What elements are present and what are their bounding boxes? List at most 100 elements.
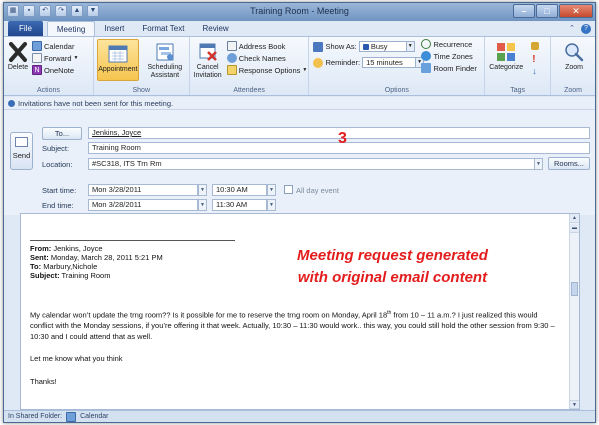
forward-button[interactable]: Forward ▼ (32, 53, 78, 63)
high-importance-icon[interactable]: ! (532, 54, 535, 65)
globe-icon (421, 51, 432, 61)
calendar-button[interactable]: Calendar (32, 41, 74, 51)
scheduling-assistant-button[interactable]: Scheduling Assistant (143, 41, 187, 80)
categorize-label: Categorize (489, 64, 524, 71)
envelope-icon (15, 137, 28, 147)
send-button[interactable]: Send (10, 132, 33, 170)
scroll-down-icon[interactable]: ▼ (570, 400, 579, 409)
start-time-field[interactable]: 10:30 AM (212, 184, 267, 196)
email-paragraph-3: Thanks! (30, 376, 57, 386)
start-date-field[interactable]: Mon 3/28/2011 (88, 184, 198, 196)
location-dropdown-icon[interactable]: ▼ (534, 158, 543, 170)
window-title: Training Room - Meeting (250, 6, 349, 16)
window-controls: – □ ✕ (513, 4, 593, 18)
delete-label: Delete (7, 64, 29, 71)
vertical-scrollbar[interactable]: ▲ ▬ ▼ (569, 214, 579, 409)
end-time-label: End time: (42, 201, 74, 210)
show-as-dropdown[interactable]: Busy ▼ (358, 41, 415, 52)
calendar-folder-icon (66, 411, 77, 422)
address-book-button[interactable]: Address Book (226, 41, 286, 51)
check-names-label: Check Names (238, 53, 286, 63)
appointment-button[interactable]: Appointment (96, 39, 139, 81)
show-as-control: Show As: Busy ▼ (313, 41, 415, 52)
reminder-value: 15 minutes (366, 58, 403, 67)
appointment-label: Appointment (98, 66, 138, 73)
message-body[interactable]: From: Jenkins, Joyce Sent: Monday, March… (20, 213, 580, 410)
low-importance-icon[interactable]: ↓ (532, 66, 537, 76)
forward-icon (32, 53, 42, 63)
info-icon (8, 99, 15, 107)
private-lock-icon[interactable] (531, 42, 540, 50)
maximize-button[interactable]: □ (536, 4, 558, 18)
response-options-icon (226, 65, 237, 75)
start-time-dropdown-icon[interactable]: ▼ (267, 184, 276, 196)
to-label: To: (30, 262, 42, 271)
from-value: Jenkins, Joyce (51, 244, 103, 253)
tab-format-text[interactable]: Format Text (133, 21, 193, 36)
show-as-icon (313, 41, 324, 52)
meeting-header: Send To... Jenkins, Joyce Subject: Train… (4, 110, 595, 215)
scroll-split-icon[interactable]: ▬ (570, 224, 579, 233)
location-label: Location: (42, 160, 73, 169)
end-date-dropdown-icon[interactable]: ▼ (198, 199, 207, 211)
paragraph-1-part-a: My calendar won’t update the trng room??… (30, 310, 388, 320)
end-time-field[interactable]: 11:30 AM (212, 199, 267, 211)
scroll-up-icon[interactable]: ▲ (570, 214, 579, 223)
delete-button[interactable]: Delete (7, 41, 29, 72)
subject-label: Subject: (42, 144, 70, 153)
end-time-dropdown-icon[interactable]: ▼ (267, 199, 276, 211)
email-paragraph-2: Let me know what you think (30, 354, 123, 363)
forward-label: Forward (44, 53, 72, 63)
scheduling-label-2: Assistant (150, 72, 180, 79)
categorize-button[interactable]: Categorize (489, 41, 523, 72)
room-finder-button[interactable]: Room Finder (421, 63, 477, 73)
tab-file[interactable]: File (8, 21, 43, 36)
onenote-button[interactable]: N OneNote (32, 65, 74, 75)
magnifier-icon (565, 43, 584, 62)
scheduling-assistant-icon (156, 43, 174, 61)
ribbon-collapse-icon[interactable]: ⌃ (567, 24, 577, 34)
tab-meeting[interactable]: Meeting (46, 21, 96, 36)
sent-value: Monday, March 28, 2011 5:21 PM (48, 253, 163, 262)
close-button[interactable]: ✕ (559, 4, 593, 18)
help-icon[interactable]: ? (581, 24, 591, 34)
cancel-invitation-button[interactable]: Cancel Invitation (192, 41, 224, 80)
zoom-label: Zoom (565, 64, 584, 71)
zoom-button[interactable]: Zoom (561, 41, 587, 72)
start-date-dropdown-icon[interactable]: ▼ (198, 184, 207, 196)
group-label-zoom: Zoom (564, 87, 582, 94)
location-field[interactable]: #SC318, ITS Trn Rm (88, 158, 543, 170)
end-date-field[interactable]: Mon 3/28/2011 (88, 199, 198, 211)
group-label-options: Options (384, 87, 409, 94)
outlook-meeting-window: ▦ ▪ ↶ ↷ ▲ ▼ Training Room - Meeting – □ … (3, 2, 596, 423)
check-names-button[interactable]: Check Names (226, 53, 286, 63)
to-button[interactable]: To... (42, 127, 82, 140)
tab-review[interactable]: Review (193, 21, 237, 36)
time-zones-button[interactable]: Time Zones (421, 51, 473, 61)
email-paragraph-1: My calendar won’t update the trng room??… (30, 308, 560, 342)
status-folder-name[interactable]: Calendar (80, 411, 108, 422)
recurrence-button[interactable]: Recurrence (421, 39, 472, 49)
address-book-label: Address Book (238, 41, 286, 51)
calendar-icon (32, 41, 42, 51)
status-bar: In Shared Folder: Calendar (4, 410, 595, 422)
all-day-label: All day event (296, 186, 339, 195)
minimize-button[interactable]: – (513, 4, 535, 18)
to-value: Marbury,Nichole (41, 262, 98, 271)
rooms-button[interactable]: Rooms... (548, 157, 590, 170)
scheduling-label-1: Scheduling (147, 64, 183, 71)
calendar-label: Calendar (44, 41, 75, 51)
subject-value: Training Room (59, 271, 111, 280)
all-day-checkbox[interactable] (284, 185, 293, 194)
sent-label: Sent: (30, 253, 49, 262)
ribbon-group-zoom: Zoom Zoom (551, 37, 595, 95)
reminder-dropdown[interactable]: 15 minutes ▼ (362, 57, 425, 68)
categorize-icon (497, 43, 516, 61)
scroll-thumb[interactable] (571, 282, 578, 296)
group-label-show: Show (132, 87, 151, 94)
tab-insert[interactable]: Insert (95, 21, 133, 36)
cancel-label-2: Invitation (193, 72, 222, 79)
cancel-invitation-icon (199, 43, 217, 61)
response-options-button[interactable]: Response Options ▼ (226, 65, 307, 75)
ribbon-tabs: File Meeting Insert Format Text Review ⌃… (4, 21, 595, 36)
